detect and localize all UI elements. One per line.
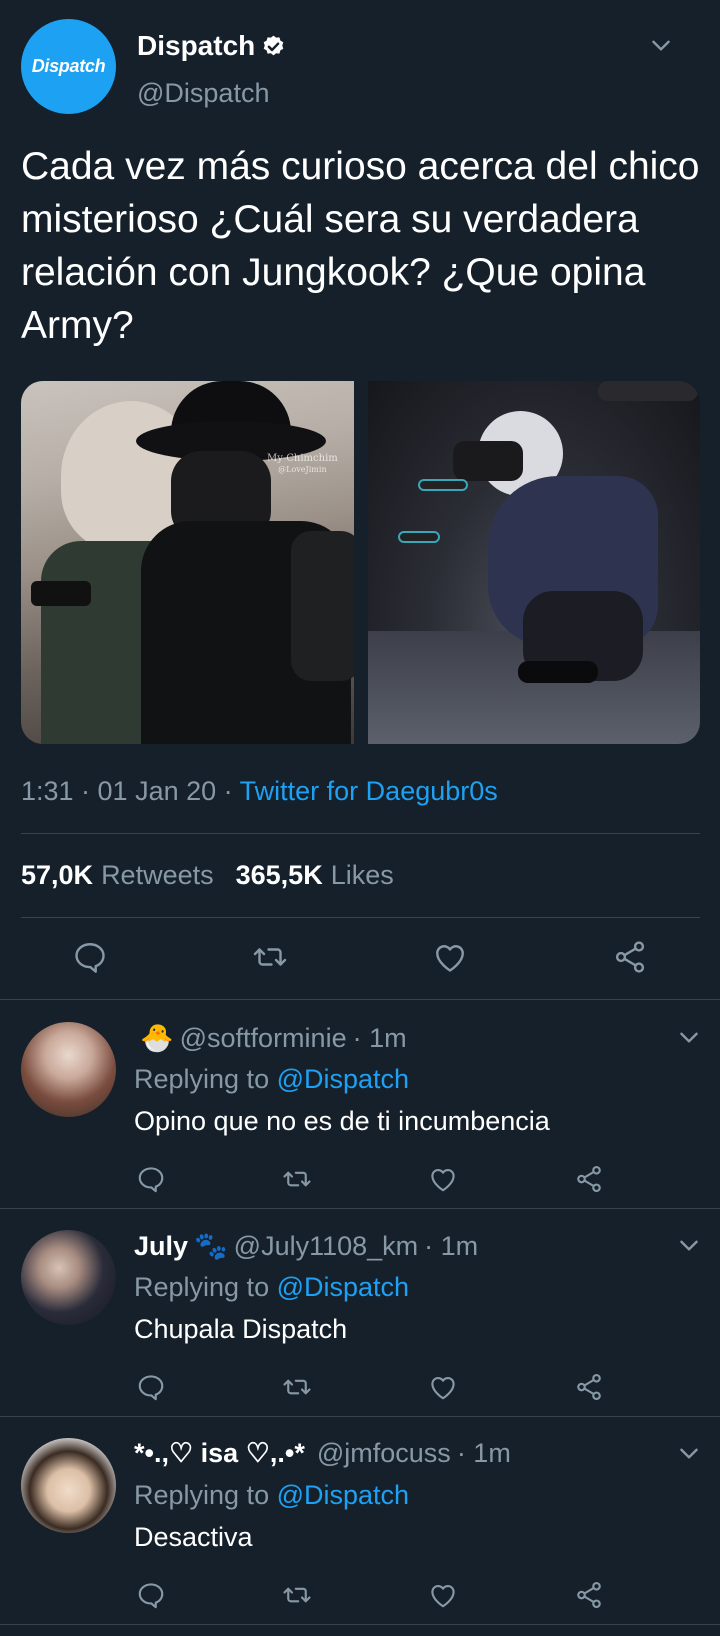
reply-handle[interactable]: @jmfocuss	[317, 1438, 451, 1469]
likes-count: 365,5K	[235, 860, 323, 890]
reply-display-name[interactable]: July	[134, 1231, 188, 1262]
reply-name-emoji: 🐣	[140, 1023, 174, 1053]
reply-handle[interactable]: @July1108_km	[234, 1231, 419, 1262]
reply-time: · 1m	[456, 1438, 511, 1468]
like-icon	[431, 1376, 455, 1400]
retweet-icon	[253, 948, 287, 966]
like-button[interactable]	[432, 939, 468, 975]
retweet-icon	[283, 1587, 311, 1603]
retweet-icon	[283, 1379, 311, 1395]
chevron-down-icon[interactable]	[648, 32, 674, 58]
reply-tweet[interactable]: July 🐾 @July1108_km · 1m Replying to @Di…	[0, 1208, 720, 1416]
photo-left[interactable]: My-Chimchim @LoveJimin	[21, 381, 354, 744]
divider	[0, 1624, 720, 1625]
like-icon	[436, 945, 464, 972]
reply-time: · 1m	[424, 1230, 479, 1261]
reply-text: Chupala Dispatch	[134, 1314, 348, 1344]
tweet-timestamp: 1:31 · 01 Jan 20 · Twitter for Daegubr0s	[21, 776, 498, 807]
like-button[interactable]	[428, 1580, 458, 1610]
like-button[interactable]	[428, 1164, 458, 1194]
retweet-button[interactable]	[282, 1372, 312, 1402]
replying-to: Replying to @Dispatch	[134, 1272, 409, 1303]
avatar[interactable]	[21, 1022, 116, 1117]
verified-badge-icon	[263, 35, 284, 55]
avatar[interactable]: Dispatch	[21, 19, 116, 114]
divider	[21, 833, 700, 834]
tweet-time: 1:31 · 01 Jan 20 ·	[21, 776, 240, 806]
reply-header: July 🐾 @July1108_km · 1m	[134, 1230, 478, 1262]
share-button[interactable]	[574, 1372, 604, 1402]
divider	[21, 917, 700, 918]
reply-header: 🐣 @softforminie · 1m	[134, 1022, 407, 1054]
likes-label: Likes	[330, 860, 394, 890]
replying-to-link[interactable]: @Dispatch	[277, 1064, 409, 1094]
avatar-logo-text: Dispatch	[31, 56, 106, 76]
replying-prefix: Replying to	[134, 1272, 277, 1302]
tweet-source-link[interactable]: Twitter for Daegubr0s	[240, 776, 498, 806]
reply-button[interactable]	[136, 1164, 166, 1194]
share-icon	[577, 1165, 601, 1193]
replying-to: Replying to @Dispatch	[134, 1064, 409, 1095]
share-icon	[577, 1373, 601, 1401]
reply-icon	[138, 1375, 164, 1401]
chevron-down-icon[interactable]	[676, 1440, 702, 1466]
share-button[interactable]	[574, 1580, 604, 1610]
reply-button[interactable]	[136, 1372, 166, 1402]
replying-to: Replying to @Dispatch	[134, 1480, 409, 1511]
reply-icon	[138, 1167, 164, 1193]
photo-watermark: My-Chimchim	[267, 453, 338, 464]
retweet-button[interactable]	[252, 939, 288, 975]
reply-header: *•.,♡ isa ♡,.•* @jmfocuss · 1m	[134, 1438, 511, 1469]
reply-button[interactable]	[136, 1580, 166, 1610]
replying-prefix: Replying to	[134, 1064, 277, 1094]
main-tweet: Dispatch Dispatch @Dispatch Cada vez más…	[0, 0, 720, 1000]
like-button[interactable]	[428, 1372, 458, 1402]
reply-tweet[interactable]: 🐣 @softforminie · 1m Replying to @Dispat…	[0, 1000, 720, 1208]
reply-text: Opino que no es de ti incumbencia	[134, 1106, 550, 1136]
like-icon	[431, 1168, 455, 1192]
avatar[interactable]	[21, 1438, 116, 1533]
photo-watermark-sub: @LoveJimin	[278, 465, 327, 474]
share-icon	[577, 1581, 601, 1609]
like-icon	[431, 1584, 455, 1608]
retweet-button[interactable]	[282, 1580, 312, 1610]
chevron-down-icon[interactable]	[676, 1232, 702, 1258]
share-button[interactable]	[612, 939, 648, 975]
tweet-media[interactable]: My-Chimchim @LoveJimin	[21, 381, 700, 744]
retweets-label: Retweets	[101, 860, 214, 890]
display-name[interactable]: Dispatch	[137, 30, 286, 62]
reply-tweet[interactable]: *•.,♡ isa ♡,.•* @jmfocuss · 1m Replying …	[0, 1416, 720, 1624]
reply-button[interactable]	[72, 939, 108, 975]
share-icon	[615, 941, 645, 973]
share-button[interactable]	[574, 1164, 604, 1194]
retweets-stat[interactable]: 57,0K Retweets	[21, 860, 214, 891]
replying-to-link[interactable]: @Dispatch	[277, 1272, 409, 1302]
reply-icon	[138, 1583, 164, 1609]
reply-handle[interactable]: @softforminie	[180, 1023, 347, 1054]
photo-right[interactable]	[368, 381, 700, 744]
retweets-count: 57,0K	[21, 860, 94, 890]
retweet-button[interactable]	[282, 1164, 312, 1194]
tweet-stats: 57,0K Retweets 365,5K Likes	[21, 860, 394, 891]
avatar[interactable]	[21, 1230, 116, 1325]
chevron-down-icon[interactable]	[676, 1024, 702, 1050]
retweet-icon	[283, 1171, 311, 1187]
replying-prefix: Replying to	[134, 1480, 277, 1510]
reply-time: · 1m	[352, 1022, 407, 1053]
reply-icon	[75, 943, 105, 973]
display-name-text: Dispatch	[137, 30, 256, 61]
reply-display-name[interactable]: *•.,♡ isa ♡,.•*	[134, 1438, 305, 1469]
replying-to-link[interactable]: @Dispatch	[277, 1480, 409, 1510]
likes-stat[interactable]: 365,5K Likes	[236, 860, 394, 891]
reply-name-emoji: 🐾	[194, 1231, 228, 1261]
handle[interactable]: @Dispatch	[137, 78, 269, 109]
reply-text: Desactiva	[134, 1522, 253, 1552]
tweet-text: Cada vez más curioso acerca del chico mi…	[21, 145, 700, 347]
